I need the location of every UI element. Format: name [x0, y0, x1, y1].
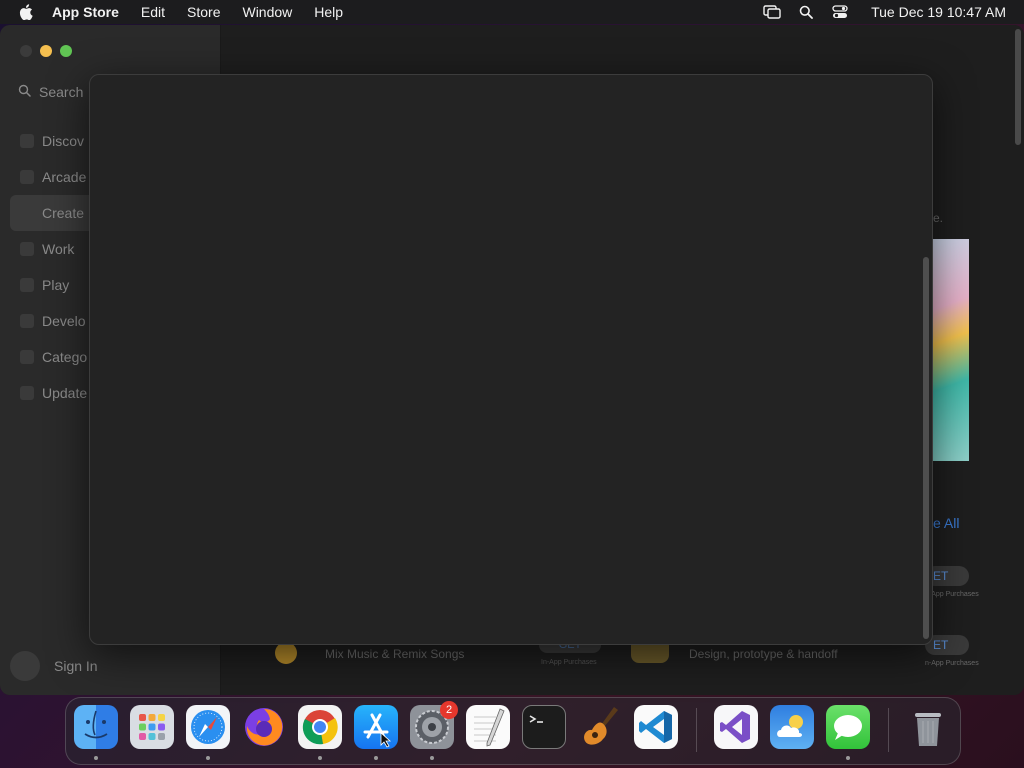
chrome-icon[interactable] — [298, 705, 342, 749]
running-indicator — [206, 756, 210, 760]
sidebar-item-label: Develo — [42, 313, 86, 329]
sidebar-item-label: Create — [42, 205, 85, 221]
menu-window[interactable]: Window — [242, 4, 292, 20]
close-window-button[interactable] — [20, 45, 32, 57]
app-subtitle: Design, prototype & handoff — [689, 647, 838, 661]
sign-in-label: Sign In — [54, 658, 98, 674]
sidebar-item-label: Catego — [42, 349, 88, 365]
main-scrollbar[interactable] — [1010, 25, 1024, 695]
menu-app-name[interactable]: App Store — [52, 4, 119, 20]
control-center-icon[interactable] — [831, 4, 849, 20]
updates-icon — [20, 386, 34, 400]
sidebar-item-label: Play — [42, 277, 70, 293]
menu-help[interactable]: Help — [314, 4, 343, 20]
app-subtitle: Mix Music & Remix Songs — [325, 647, 465, 661]
sidebar-item-label: Update — [42, 385, 88, 401]
in-app-purchases-label: n-App Purchases — [925, 591, 979, 598]
firefox-icon[interactable] — [242, 705, 286, 749]
running-indicator — [94, 756, 98, 760]
create-icon — [20, 206, 34, 220]
terminal-icon[interactable] — [522, 705, 566, 749]
safari-icon[interactable] — [186, 705, 230, 749]
categories-icon — [20, 350, 34, 364]
search-placeholder: Search — [39, 84, 84, 100]
textedit-icon[interactable] — [466, 705, 510, 749]
visual-studio-icon[interactable] — [714, 705, 758, 749]
in-app-purchases-label: In-App Purchases — [541, 659, 597, 666]
see-all-link[interactable]: e All — [933, 515, 959, 531]
sidebar-item-label: Work — [42, 241, 75, 257]
running-indicator — [846, 756, 850, 760]
menu-store[interactable]: Store — [187, 4, 220, 20]
main-scroll-thumb[interactable] — [1015, 29, 1021, 145]
apple-logo-icon[interactable] — [19, 4, 35, 20]
app-store-icon[interactable] — [354, 705, 398, 749]
dock: 2 — [65, 697, 961, 765]
minimize-window-button[interactable] — [40, 45, 52, 57]
garageband-icon[interactable] — [578, 705, 622, 749]
menu-bar: App Store Edit Store Window Help Tue Dec… — [0, 0, 1024, 24]
develop-icon — [20, 314, 34, 328]
avatar — [10, 651, 40, 681]
sheet-scroll-thumb[interactable] — [923, 257, 929, 639]
running-indicator — [374, 756, 378, 760]
menu-edit[interactable]: Edit — [141, 4, 165, 20]
system-settings-icon[interactable]: 2 — [410, 701, 458, 749]
messages-icon[interactable] — [826, 705, 870, 749]
weather-icon[interactable] — [770, 705, 814, 749]
finder-icon[interactable] — [74, 705, 118, 749]
sign-in-button[interactable]: Sign In — [10, 651, 98, 681]
search-icon — [18, 84, 31, 100]
work-icon — [20, 242, 34, 256]
notification-badge: 2 — [440, 701, 458, 719]
vscode-icon[interactable] — [634, 705, 678, 749]
menu-clock[interactable]: Tue Dec 19 10:47 AM — [871, 4, 1006, 20]
zoom-window-button[interactable] — [60, 45, 72, 57]
sidebar-item-label: Discov — [42, 133, 85, 149]
launchpad-icon[interactable] — [130, 705, 174, 749]
dock-separator — [888, 708, 889, 752]
sidebar-item-label: Arcade — [42, 169, 87, 185]
screen-mirroring-icon[interactable] — [763, 4, 781, 20]
play-icon — [20, 278, 34, 292]
featured-artwork[interactable] — [933, 239, 969, 461]
modal-sheet — [89, 74, 933, 645]
window-controls — [20, 45, 72, 57]
dock-separator — [696, 708, 697, 752]
running-indicator — [318, 756, 322, 760]
trash-icon[interactable] — [906, 705, 950, 749]
spotlight-search-icon[interactable] — [797, 4, 815, 20]
running-indicator — [430, 756, 434, 760]
arcade-icon — [20, 170, 34, 184]
discover-icon — [20, 134, 34, 148]
section-caption: e. — [933, 211, 944, 225]
app-icon[interactable] — [275, 642, 297, 664]
